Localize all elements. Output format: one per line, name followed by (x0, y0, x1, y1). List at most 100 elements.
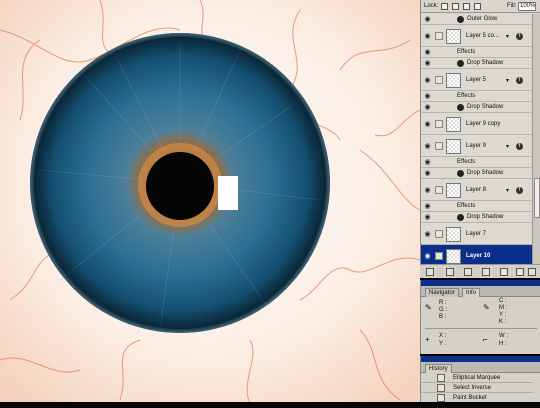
fx-icon[interactable]: f (516, 76, 523, 84)
effect-icon (457, 60, 464, 67)
fx-icon[interactable]: f (516, 32, 523, 40)
effect-name: Drop Shadow (467, 60, 504, 66)
history-item-label: Paint Bucket (453, 395, 487, 401)
link-toggle[interactable] (435, 230, 443, 238)
lock-label: Lock: (424, 3, 439, 9)
lock-position-icon[interactable] (463, 3, 470, 10)
effects-label: Effects (457, 203, 476, 209)
size-icon: ⌐ (483, 335, 488, 344)
link-toggle[interactable] (435, 32, 443, 40)
layer-name: Layer 10 (466, 252, 491, 259)
lock-transparency-icon[interactable] (441, 3, 448, 10)
link-toggle[interactable] (435, 120, 443, 128)
effect-name: Drop Shadow (467, 214, 504, 220)
effect-row[interactable]: ◉ Outer Glow (421, 14, 533, 25)
layer-name: Layer 7 (466, 230, 487, 237)
layer-row[interactable]: ◉ Layer 7 (421, 223, 533, 245)
r-label: R : (439, 300, 447, 306)
fx-icon[interactable]: f (516, 142, 523, 150)
tab-navigator[interactable]: Navigator (425, 288, 459, 297)
history-item[interactable]: Elliptical Marquee (421, 373, 533, 383)
eye-icon[interactable]: ◉ (423, 120, 432, 129)
layer-row[interactable]: ◉ Layer 5 ▾ f (421, 69, 533, 91)
tab-history[interactable]: History (425, 364, 452, 373)
layer-thumbnail (446, 226, 461, 242)
fill-label: Fill: (507, 3, 517, 9)
effect-row[interactable]: ◉ Drop Shadow (421, 102, 533, 113)
b-label: B : (439, 314, 447, 320)
history-palette: History Elliptical Marquee Select Inverse… (420, 356, 540, 404)
effects-label: Effects (457, 49, 476, 55)
layer-row[interactable]: ◉ Layer 9 copy (421, 113, 533, 135)
collapse-arrow-icon[interactable]: ▾ (506, 77, 509, 84)
new-set-icon[interactable] (482, 268, 490, 276)
lock-all-icon[interactable] (474, 3, 481, 10)
link-toggle[interactable] (435, 186, 443, 194)
effect-row[interactable]: ◉ Drop Shadow (421, 168, 533, 179)
scrollbar-thumb[interactable] (534, 178, 540, 218)
link-toggle[interactable] (435, 142, 443, 150)
effects-header-row[interactable]: ◉ Effects (421, 157, 533, 168)
effects-header-row[interactable]: ◉ Effects (421, 47, 533, 58)
eyedropper-icon: ✎ (425, 303, 432, 312)
layer-thumbnail (446, 182, 461, 198)
eye-icon[interactable]: ◉ (423, 230, 432, 239)
link-toggle[interactable] (435, 252, 443, 260)
catchlight (218, 176, 238, 210)
effect-row[interactable]: ◉ Drop Shadow (421, 212, 533, 223)
fill-input[interactable]: 100% (518, 2, 536, 11)
link-toggle[interactable] (435, 76, 443, 84)
eye-icon[interactable]: ◉ (423, 202, 432, 211)
layers-scrollbar[interactable] (532, 14, 540, 264)
history-item[interactable]: Select Inverse (421, 383, 533, 393)
effect-icon (457, 214, 464, 221)
fx-icon[interactable]: f (516, 186, 523, 194)
document-canvas[interactable] (0, 0, 420, 404)
eye-icon[interactable]: ◉ (423, 59, 432, 68)
collapse-arrow-icon[interactable]: ▾ (506, 143, 509, 150)
mask-icon[interactable] (464, 268, 472, 276)
layer-name: Layer 5 (466, 76, 487, 83)
layer-thumbnail (446, 116, 461, 132)
layer-row[interactable]: ◉ Layer 5 co... ▾ f (421, 25, 533, 47)
y-coord-label: Y : (439, 341, 447, 347)
collapse-arrow-icon[interactable]: ▾ (506, 33, 509, 40)
layer-row[interactable]: ◉ Layer 9 ▾ f (421, 135, 533, 157)
eye-icon[interactable]: ◉ (423, 15, 432, 24)
eye-icon[interactable]: ◉ (423, 48, 432, 57)
effects-header-row[interactable]: ◉ Effects (421, 91, 533, 102)
eye-icon[interactable]: ◉ (423, 213, 432, 222)
w-label: W : (499, 333, 508, 339)
history-step-icon (437, 374, 445, 382)
effect-name: Drop Shadow (467, 170, 504, 176)
eye-icon[interactable]: ◉ (423, 158, 432, 167)
eye-icon[interactable]: ◉ (423, 186, 432, 195)
eye-icon[interactable]: ◉ (423, 32, 432, 41)
collapse-arrow-icon[interactable]: ▾ (506, 187, 509, 194)
eye-artwork (0, 0, 420, 404)
layer-thumbnail (446, 248, 461, 264)
effects-header-row[interactable]: ◉ Effects (421, 201, 533, 212)
eye-icon[interactable]: ◉ (423, 252, 432, 261)
new-layer-icon[interactable] (516, 268, 524, 276)
adjustment-layer-icon[interactable] (500, 268, 508, 276)
eye-icon[interactable]: ◉ (423, 142, 432, 151)
eye-icon[interactable]: ◉ (423, 76, 432, 85)
effect-row[interactable]: ◉ Drop Shadow (421, 58, 533, 69)
layers-palette: Lock: Fill: 100% ◉ Outer Glow ◉ Layer 5 co.… (420, 0, 540, 278)
history-tabs: History (421, 362, 540, 373)
eye-icon[interactable]: ◉ (423, 169, 432, 178)
layer-style-icon[interactable] (446, 268, 454, 276)
tab-info[interactable]: Info (462, 288, 481, 297)
bottom-strip (0, 402, 540, 408)
layer-name: Layer 8 (466, 186, 487, 193)
link-icon[interactable] (426, 268, 434, 276)
trash-icon[interactable] (528, 268, 536, 276)
eye-icon[interactable]: ◉ (423, 92, 432, 101)
lock-image-icon[interactable] (452, 3, 459, 10)
eye-icon[interactable]: ◉ (423, 103, 432, 112)
info-tabs: Navigator Info (421, 286, 540, 297)
crosshair-icon: + (425, 335, 430, 344)
layer-row[interactable]: ◉ Layer 8 ▾ f (421, 179, 533, 201)
k-label: K : (499, 319, 507, 325)
